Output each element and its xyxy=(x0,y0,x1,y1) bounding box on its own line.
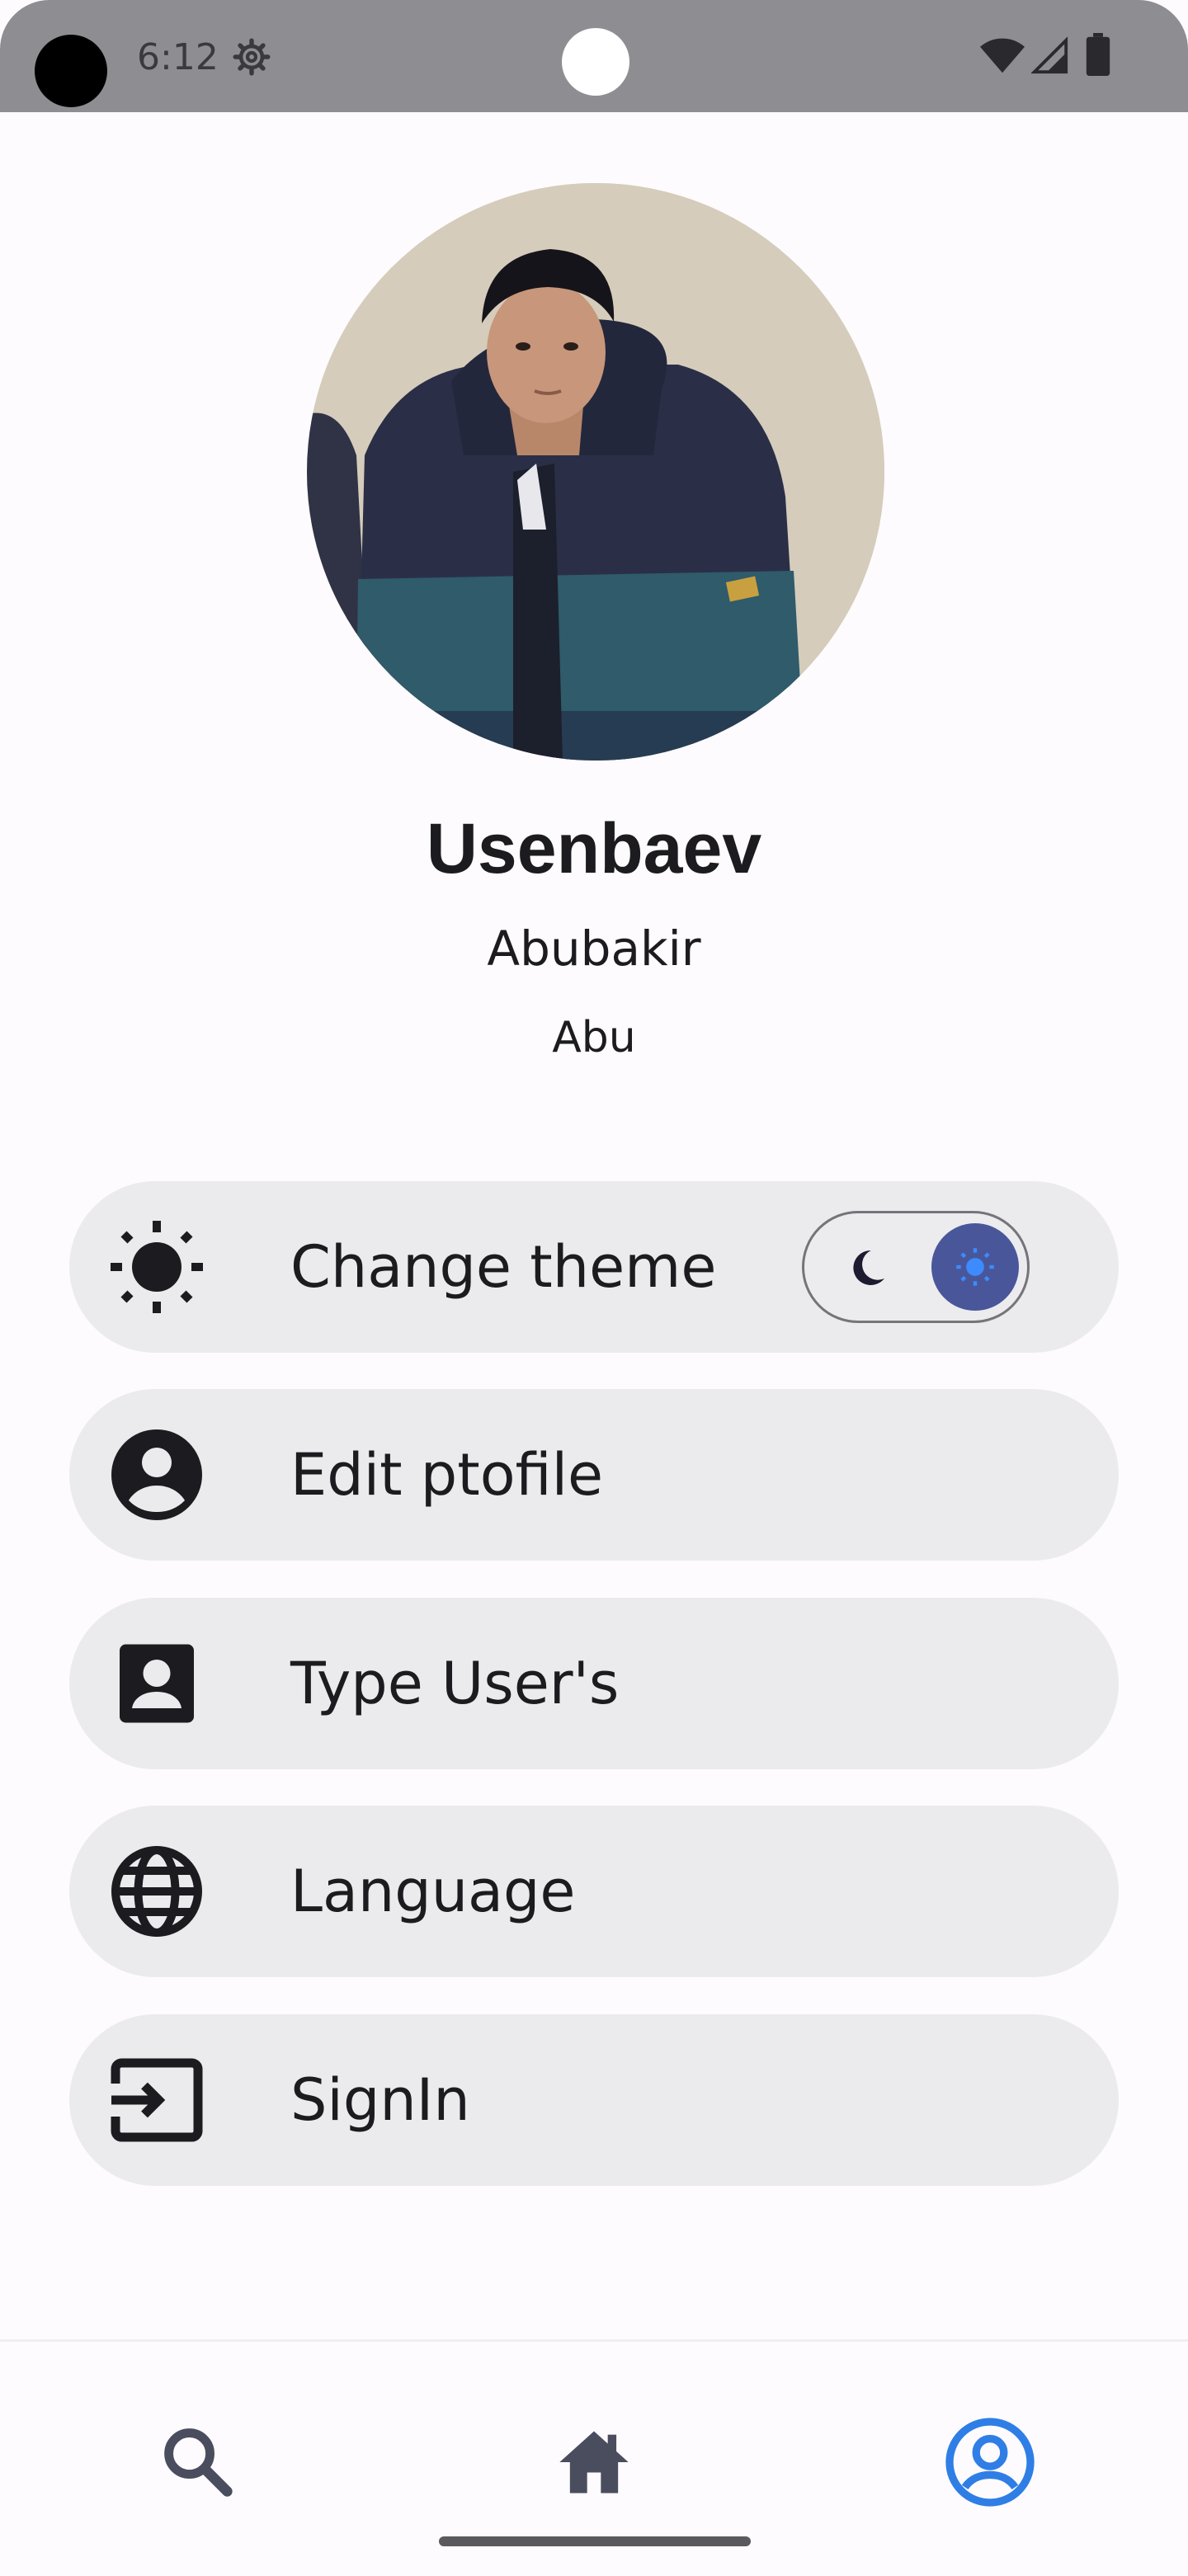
sun-icon xyxy=(111,1221,203,1313)
menu-item-edit-profile[interactable]: Edit ptofile xyxy=(69,1389,1119,1561)
battery-icon xyxy=(1086,33,1110,76)
menu-item-type-users[interactable]: Type User's xyxy=(69,1598,1119,1769)
profile-icon[interactable] xyxy=(944,2416,1036,2508)
gear-icon xyxy=(233,38,271,76)
status-time: 6:12 xyxy=(137,36,219,78)
profile-nickname: Abu xyxy=(552,1013,636,1062)
contact-card-icon xyxy=(120,1644,194,1723)
front-sensor xyxy=(562,28,629,96)
bottom-navigation xyxy=(0,2339,1188,2576)
camera-cutout xyxy=(35,35,107,107)
menu-label-edit-profile: Edit ptofile xyxy=(290,1441,604,1509)
menu-label-sign-in: SignIn xyxy=(290,2066,470,2134)
wifi-icon xyxy=(980,38,1025,73)
menu-item-change-theme[interactable]: Change theme xyxy=(69,1181,1119,1353)
menu-label-language: Language xyxy=(290,1858,576,1925)
menu-item-sign-in[interactable]: SignIn xyxy=(69,2014,1119,2186)
home-icon[interactable] xyxy=(553,2421,635,2503)
profile-avatar[interactable] xyxy=(307,183,884,761)
globe-icon xyxy=(111,1846,202,1937)
moon-icon xyxy=(853,1250,884,1285)
sign-in-icon xyxy=(111,2058,203,2142)
signal-icon xyxy=(1031,36,1068,74)
menu-label-type-users: Type User's xyxy=(290,1650,620,1717)
theme-toggle[interactable] xyxy=(802,1211,1030,1323)
menu-item-language[interactable]: Language xyxy=(69,1806,1119,1977)
profile-surname: Usenbaev xyxy=(426,809,762,888)
avatar-photo xyxy=(307,183,884,761)
status-bar: 6:12 xyxy=(0,0,1188,112)
sun-icon xyxy=(956,1248,994,1286)
profile-first-name: Abubakir xyxy=(487,921,701,977)
menu-label-change-theme: Change theme xyxy=(290,1233,717,1301)
search-icon[interactable] xyxy=(157,2421,239,2503)
home-indicator[interactable] xyxy=(439,2536,751,2546)
account-circle-icon xyxy=(111,1429,202,1520)
toggle-thumb[interactable] xyxy=(931,1223,1019,1311)
